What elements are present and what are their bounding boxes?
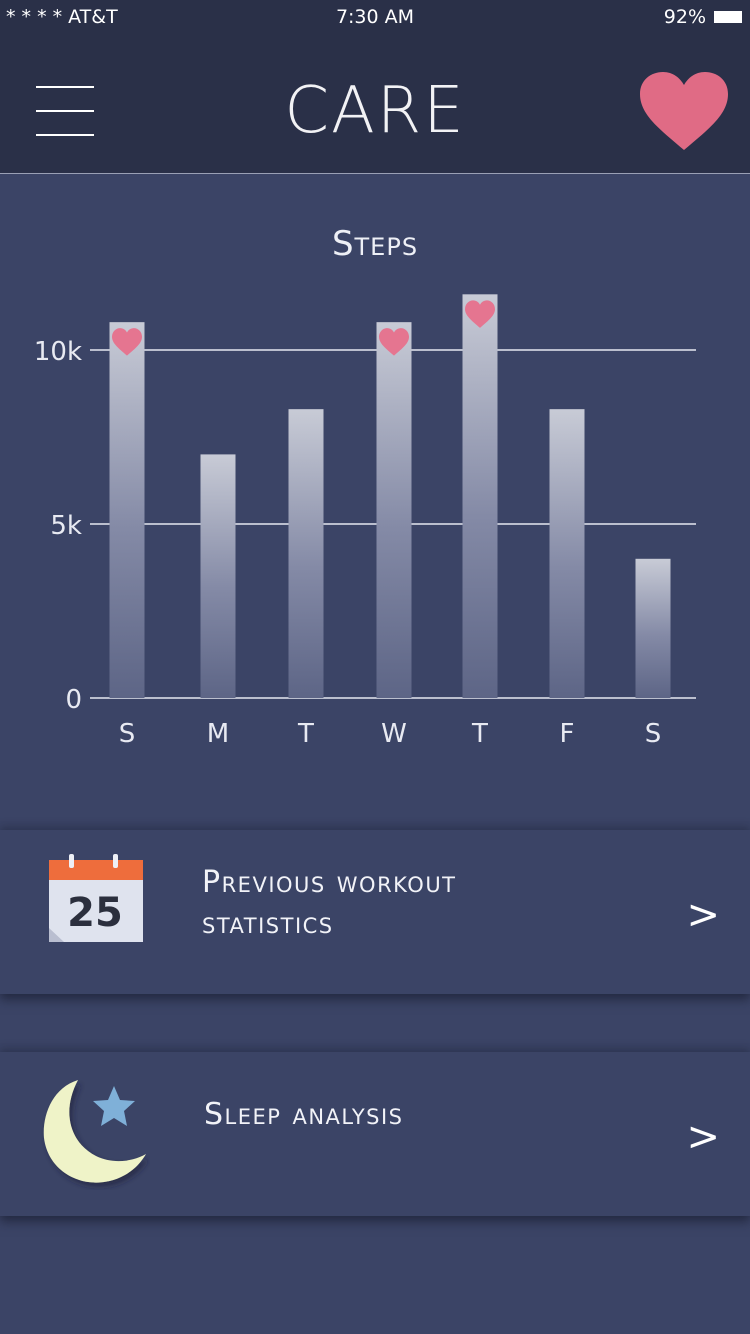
calendar-icon: 25 — [48, 854, 144, 944]
x-tick-label: T — [297, 719, 314, 749]
sleep-analysis-card[interactable]: Sleep analysis > — [0, 1052, 750, 1216]
bar-1[interactable] — [200, 454, 236, 698]
previous-workout-line1: Previous workout — [202, 865, 457, 900]
chart-title: Steps — [331, 224, 419, 264]
bar-5[interactable] — [549, 409, 585, 698]
bar-4[interactable] — [462, 294, 498, 698]
battery-percentage: 92% — [663, 6, 706, 28]
x-tick-label: T — [471, 719, 488, 749]
clock-label: 7:30 AM — [335, 6, 415, 28]
bar-0[interactable] — [109, 322, 145, 698]
chevron-right-icon[interactable]: > — [686, 892, 720, 938]
calendar-day-number: 25 — [67, 890, 123, 936]
y-tick-label: 0 — [65, 685, 82, 715]
bar-6[interactable] — [635, 558, 671, 698]
moon-star-icon — [40, 1078, 150, 1190]
chevron-right-icon[interactable]: > — [686, 1114, 720, 1160]
steps-chart: 0 5k 10k S M T W T F S — [34, 294, 696, 749]
previous-workout-label: Previous workout statistics — [202, 862, 457, 944]
previous-workout-line2: statistics — [202, 906, 334, 941]
x-tick-label: F — [560, 719, 575, 749]
x-tick-label: S — [119, 719, 136, 749]
bar-3[interactable] — [376, 322, 412, 698]
heart-icon[interactable] — [638, 70, 730, 154]
y-tick-label: 5k — [50, 511, 82, 541]
x-tick-label: S — [645, 719, 662, 749]
nav-bar: CARE — [0, 34, 750, 174]
bar-2[interactable] — [288, 409, 324, 698]
x-tick-label: M — [207, 719, 229, 749]
previous-workout-card[interactable]: 25 Previous workout statistics > — [0, 830, 750, 994]
y-tick-label: 10k — [34, 337, 82, 367]
status-bar: * * * * AT&T 7:30 AM 92% — [0, 0, 750, 34]
sleep-analysis-label: Sleep analysis — [204, 1097, 404, 1132]
battery-icon — [714, 11, 742, 23]
x-tick-label: W — [381, 719, 407, 749]
